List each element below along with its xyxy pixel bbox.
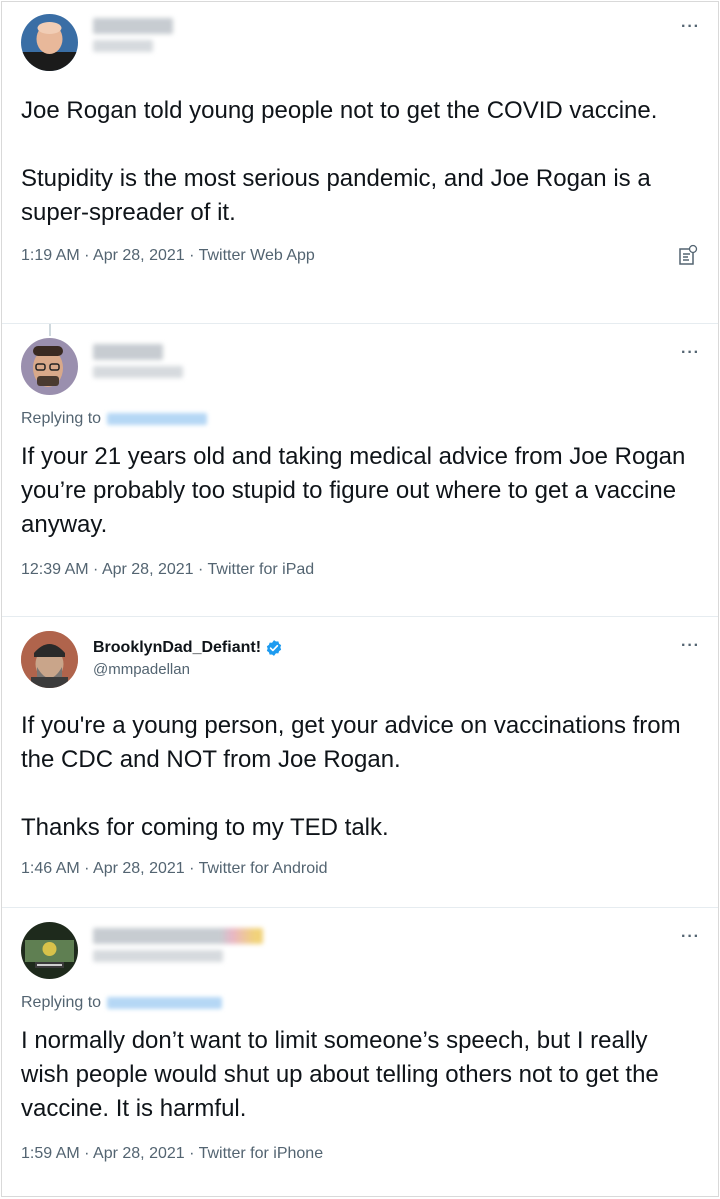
tweet-timestamp[interactable]: 1:46 AM · Apr 28, 2021 · Twitter for And…: [21, 860, 328, 877]
avatar[interactable]: [21, 922, 78, 979]
replying-to: Replying to: [21, 410, 700, 428]
more-options-icon[interactable]: ···: [681, 18, 700, 36]
tweet-timestamp[interactable]: 1:59 AM · Apr 28, 2021 · Twitter for iPh…: [21, 1145, 323, 1162]
tweet-text: If you're a young person, get your advic…: [21, 712, 681, 841]
replying-to-label: Replying to: [21, 410, 102, 427]
blurred-display-name: [93, 18, 173, 34]
avatar-happy-bug-logo-icon: [21, 922, 78, 979]
tweet-2[interactable]: ··· Replying to If your 21 years old and…: [2, 324, 718, 617]
handle[interactable]: @mmpadellan: [93, 661, 283, 678]
tweet-3[interactable]: BrooklynDad_Defiant! @mmpadellan ··· If …: [2, 617, 718, 908]
avatar-bald-man-icon: [21, 14, 78, 71]
blurred-display-name: [93, 344, 163, 360]
tweet-4[interactable]: ··· Replying to I normally don’t want to…: [2, 908, 718, 1196]
avatar[interactable]: [21, 338, 78, 395]
blurred-handle: [93, 40, 153, 52]
more-options-icon[interactable]: ···: [681, 928, 700, 946]
replying-to: Replying to: [21, 994, 700, 1012]
replying-to-label: Replying to: [21, 994, 102, 1011]
display-name-text[interactable]: BrooklynDad_Defiant!: [93, 639, 261, 657]
tweet-meta: 1:59 AM · Apr 28, 2021 · Twitter for iPh…: [21, 1142, 700, 1184]
tweet-timestamp[interactable]: 1:19 AM · Apr 28, 2021 · Twitter Web App: [21, 247, 315, 264]
avatar-bearded-man-beanie-icon: [21, 631, 78, 688]
tweet-meta: 1:19 AM · Apr 28, 2021 · Twitter Web App: [21, 244, 700, 286]
tweet-text: Joe Rogan told young people not to get t…: [21, 97, 658, 226]
tweet-1[interactable]: ··· Joe Rogan told young people not to g…: [2, 2, 718, 324]
blurred-handle: [93, 950, 223, 962]
tweet-text: I normally don’t want to limit someone’s…: [21, 1027, 666, 1122]
blurred-reply-handle[interactable]: [107, 997, 223, 1009]
verified-badge-icon: [266, 640, 282, 656]
tweet-header: ···: [21, 2, 700, 71]
tweet-header: ···: [21, 324, 700, 395]
tweet-text: If your 21 years old and taking medical …: [21, 443, 693, 538]
tweet-timestamp[interactable]: 12:39 AM · Apr 28, 2021 · Twitter for iP…: [21, 561, 314, 578]
blurred-display-name: [93, 928, 263, 944]
analytics-icon[interactable]: [678, 244, 698, 274]
blurred-reply-handle[interactable]: [107, 413, 208, 425]
blurred-handle: [93, 366, 183, 378]
tweet-header: BrooklynDad_Defiant! @mmpadellan ···: [21, 617, 700, 688]
avatar[interactable]: [21, 14, 78, 71]
more-options-icon[interactable]: ···: [681, 344, 700, 362]
more-options-icon[interactable]: ···: [681, 637, 700, 655]
avatar[interactable]: [21, 631, 78, 688]
display-name[interactable]: BrooklynDad_Defiant!: [93, 639, 283, 657]
tweet-thread: ··· Joe Rogan told young people not to g…: [1, 1, 719, 1197]
tweet-meta: 12:39 AM · Apr 28, 2021 · Twitter for iP…: [21, 558, 700, 600]
tweet-header: ···: [21, 908, 700, 979]
avatar-man-glasses-icon: [21, 338, 78, 395]
tweet-meta: 1:46 AM · Apr 28, 2021 · Twitter for And…: [21, 857, 700, 899]
